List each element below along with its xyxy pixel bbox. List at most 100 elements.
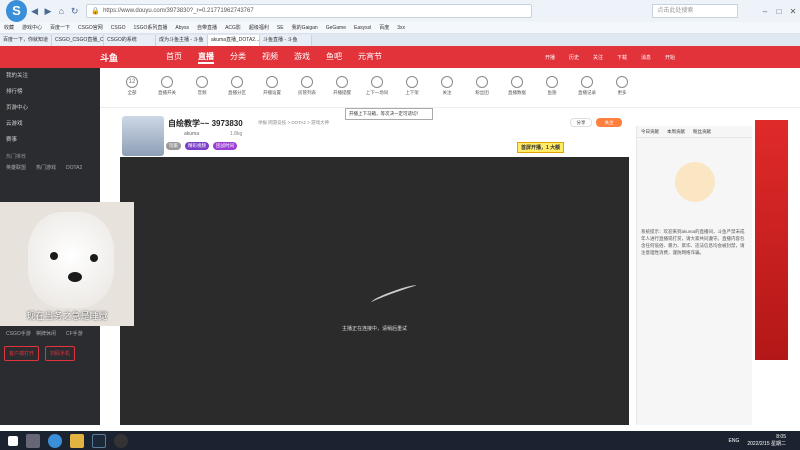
category-item[interactable]: 直播记录 <box>573 76 601 96</box>
sidebar-category[interactable]: DOTA2 <box>66 162 96 174</box>
bookmark-item[interactable]: ACG影 <box>225 24 241 31</box>
browser-tab[interactable]: akuma直播_DOTA2... <box>208 35 260 46</box>
search-taskbar-icon[interactable] <box>26 433 40 448</box>
sidebar-category[interactable]: CF手游 <box>66 328 96 340</box>
category-item[interactable]: 直播数据 <box>503 76 531 96</box>
category-item[interactable]: 粉丝团 <box>468 76 496 96</box>
browser-taskbar-icon[interactable] <box>48 433 62 448</box>
streamer-name[interactable]: akuma <box>184 131 199 137</box>
category-item[interactable]: 房管列表 <box>293 76 321 96</box>
sidebar-item[interactable]: 赛事 <box>0 132 100 148</box>
category-icon <box>511 76 523 88</box>
category-item[interactable]: 开播设置 <box>258 76 286 96</box>
back-icon[interactable]: ◀ <box>29 4 40 18</box>
minimize-icon[interactable]: – <box>758 7 772 16</box>
category-item[interactable]: 直播分区 <box>223 76 251 96</box>
video-player[interactable]: 主播正在连接中，请稍后重试 <box>120 157 629 425</box>
panel-tab[interactable]: 今日贡献 <box>637 126 663 137</box>
maximize-icon[interactable]: □ <box>772 7 786 16</box>
topnav-item[interactable]: 元宵节 <box>358 51 382 64</box>
topnav-item[interactable]: 直播 <box>198 51 214 64</box>
address-bar[interactable]: 🔒 https://www.douyu.com/3973830?_r=0.217… <box>86 4 533 18</box>
sidebar-category[interactable]: 英雄联盟 <box>6 162 36 174</box>
sidebar-category[interactable]: CSGO手游 <box>6 328 36 340</box>
browser-tab[interactable]: CSGO_CSGO直播_CSGO... <box>52 35 104 46</box>
category-item[interactable]: 音频 <box>188 76 216 96</box>
topnav-item[interactable]: 视频 <box>262 51 278 64</box>
header-action[interactable]: 下载 <box>612 54 632 61</box>
streamer-avatar[interactable] <box>122 116 164 156</box>
bookmark-item[interactable]: CSGO官网 <box>78 24 103 31</box>
browser-search-input[interactable]: 点击此处搜索 <box>652 4 738 18</box>
browser-tab[interactable]: 百度一下，你就知道 <box>0 35 52 46</box>
scan-phone-button[interactable]: 扫码手机 <box>45 346 76 361</box>
bookmark-item[interactable]: 百度一下 <box>50 24 70 31</box>
header-action[interactable]: 开始 <box>660 54 680 61</box>
steam-taskbar-icon[interactable] <box>92 433 106 448</box>
bookmark-item[interactable]: 收藏 <box>4 24 14 31</box>
header-action[interactable]: 消息 <box>636 54 656 61</box>
bookmark-item[interactable]: Easyssl <box>354 25 371 31</box>
category-item[interactable]: 关注 <box>433 76 461 96</box>
close-icon[interactable]: ✕ <box>786 7 800 16</box>
promo-sidebar[interactable] <box>755 120 788 360</box>
category-label: 上下架 <box>405 90 419 95</box>
clock-date[interactable]: 2022/2/15 星期二 <box>747 440 786 447</box>
refresh-icon[interactable]: ↻ <box>69 4 80 18</box>
start-icon[interactable] <box>8 435 18 446</box>
panel-tab[interactable]: 粉丝贡献 <box>689 126 715 137</box>
bookmark-item[interactable]: 超级福利 <box>249 24 269 31</box>
header-action[interactable]: 关注 <box>588 54 608 61</box>
sidebar-item[interactable]: 页游中心 <box>0 100 100 116</box>
topnav-item[interactable]: 鱼吧 <box>326 51 342 64</box>
bookmark-item[interactable]: Abyss <box>175 25 189 31</box>
category-item[interactable]: 直播开关 <box>153 76 181 96</box>
room-tag[interactable]: 玩家 <box>166 142 181 150</box>
site-logo[interactable]: 斗鱼 <box>100 51 140 64</box>
header-action[interactable]: 开播 <box>540 54 560 61</box>
topnav-item[interactable]: 游戏 <box>294 51 310 64</box>
category-item[interactable]: 鱼翅 <box>538 76 566 96</box>
sidebar-category[interactable]: 棋牌休闲 <box>36 328 66 340</box>
bookmark-item[interactable]: 我的Gaigan <box>292 24 318 31</box>
bookmark-item[interactable]: GeGame <box>326 25 346 31</box>
category-item[interactable]: 上下一场同 <box>363 76 391 96</box>
bookmark-item[interactable]: 游戏中心 <box>22 24 42 31</box>
category-item[interactable]: 开播提醒 <box>328 76 356 96</box>
header-action[interactable]: 历史 <box>564 54 584 61</box>
bookmark-item[interactable]: 1SGO系列直播 <box>134 24 168 31</box>
topnav-item[interactable]: 分类 <box>230 51 246 64</box>
bookmark-item[interactable]: CSGO <box>111 25 126 31</box>
explorer-taskbar-icon[interactable] <box>70 433 84 448</box>
loading-spinner-icon <box>370 282 418 306</box>
bookmark-item[interactable]: SE <box>277 25 284 31</box>
sidebar-item[interactable]: 云游戏 <box>0 116 100 132</box>
app-taskbar-icon[interactable] <box>114 433 128 448</box>
browser-tab[interactable]: 斗鱼直播 - 斗鱼 <box>260 35 312 46</box>
room-banner[interactable]: 首屏开播，1 大额 <box>517 142 565 153</box>
sidebar-item[interactable]: 排行榜 <box>0 84 100 100</box>
category-item[interactable]: 12 全部 <box>118 76 146 96</box>
browser-tab[interactable]: CSGO的系统 <box>104 35 156 46</box>
client-open-button[interactable]: 客户端打开 <box>4 346 40 361</box>
forward-icon[interactable]: ▶ <box>42 4 53 18</box>
room-tag[interactable]: 团战时间 <box>213 142 237 150</box>
category-label: 开播设置 <box>263 90 281 95</box>
bookmark-item[interactable]: 百度 <box>379 24 389 31</box>
topnav-item[interactable]: 首页 <box>166 51 182 64</box>
category-item[interactable]: 更多 <box>608 76 636 96</box>
panel-tab[interactable]: 本周贡献 <box>663 126 689 137</box>
category-label: 关注 <box>442 90 452 95</box>
sidebar-item[interactable]: 我的关注 <box>0 68 100 84</box>
dog-eye-right <box>90 254 98 262</box>
lang-indicator[interactable]: ENG <box>729 438 740 444</box>
bookmark-item[interactable]: 3xx <box>397 25 405 31</box>
bookmark-item[interactable]: 自带直播 <box>197 24 217 31</box>
share-button[interactable]: 分享 <box>570 118 592 127</box>
sidebar-category[interactable]: 热门游戏 <box>36 162 66 174</box>
category-item[interactable]: 上下架 <box>398 76 426 96</box>
room-tag[interactable]: 精彩视频 <box>185 142 209 150</box>
browser-tab[interactable]: 成为斗鱼主播 - 斗鱼 <box>156 35 208 46</box>
follow-button[interactable]: 关注 <box>596 118 622 127</box>
home-icon[interactable]: ⌂ <box>56 4 67 18</box>
